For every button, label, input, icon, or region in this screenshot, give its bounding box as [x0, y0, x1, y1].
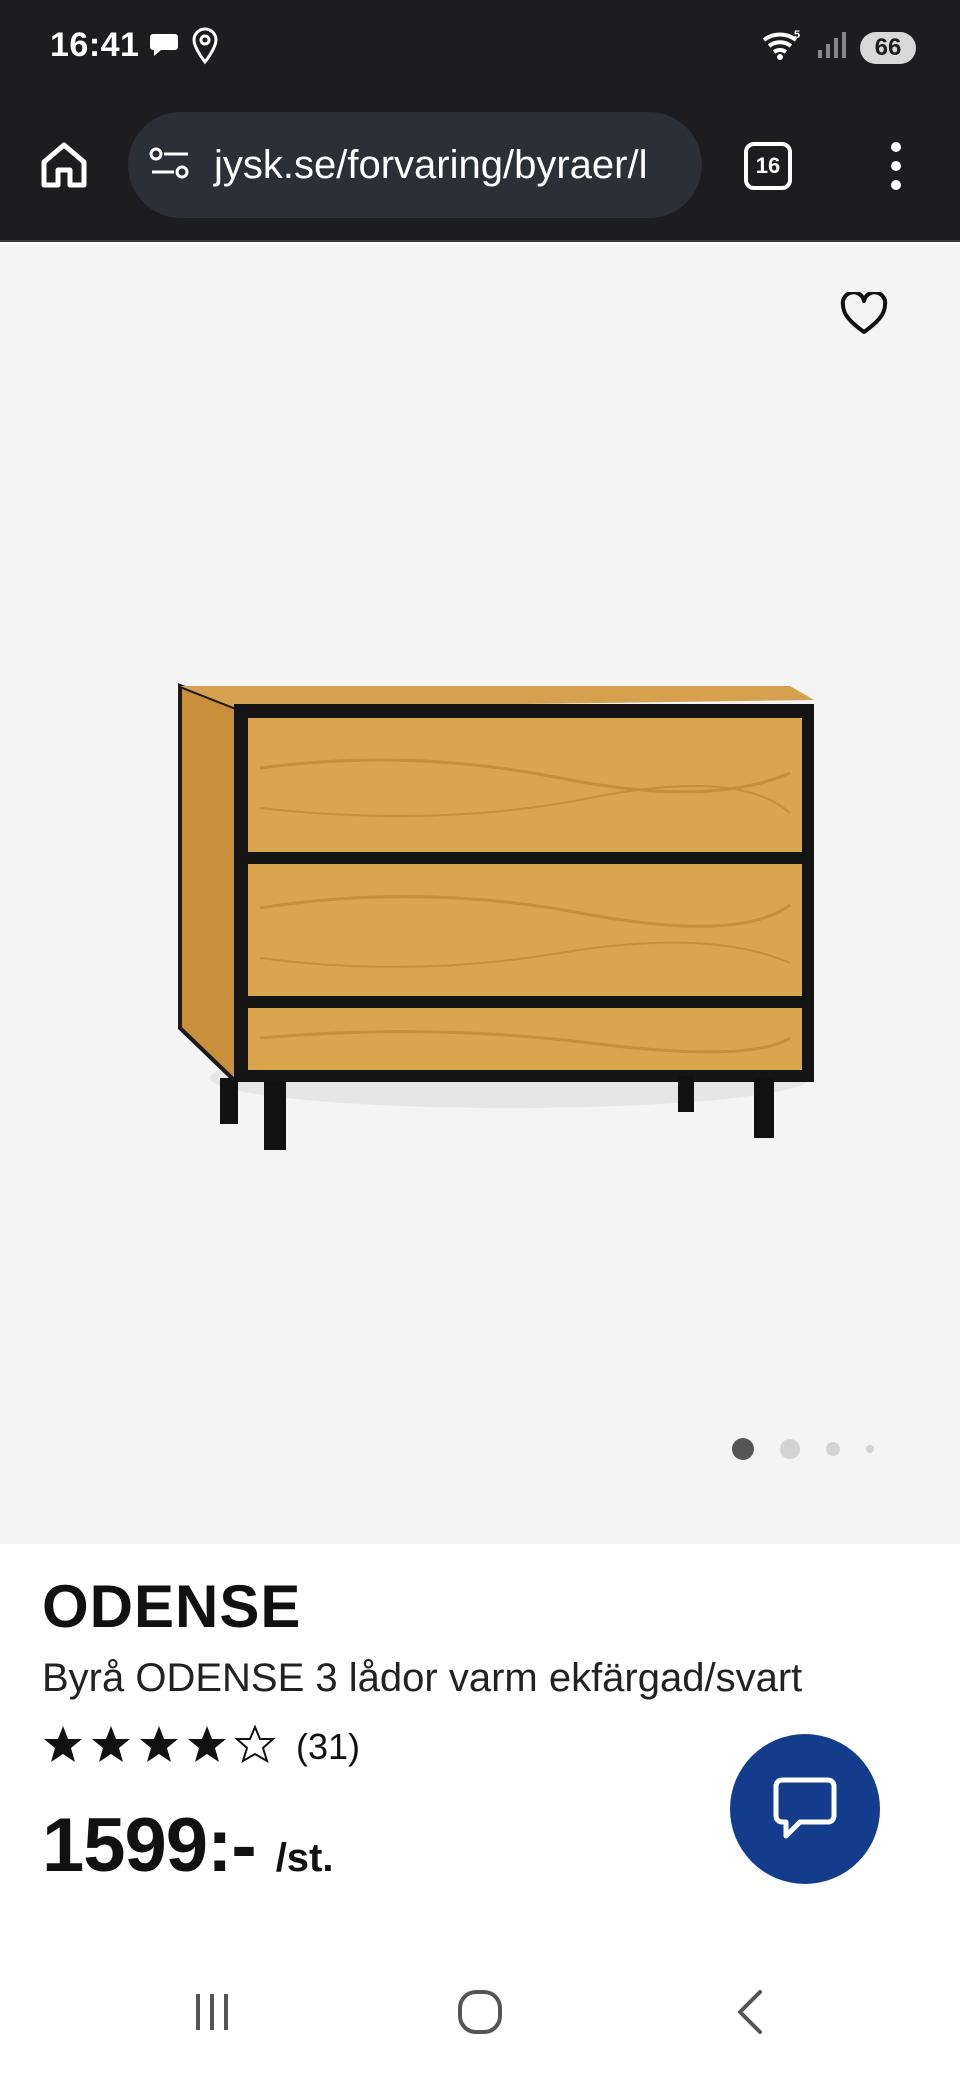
product-info: ODENSE Byrå ODENSE 3 lådor varm ekfärgad…	[0, 1544, 960, 1944]
rating[interactable]: (31)	[42, 1724, 360, 1769]
recent-apps-button[interactable]	[172, 1984, 252, 2044]
favorite-button[interactable]	[836, 288, 892, 344]
signal-icon	[816, 30, 848, 65]
star-empty-icon	[234, 1724, 276, 1769]
home-circle-icon	[456, 1988, 504, 2041]
system-nav-bar	[0, 1944, 960, 2080]
tabs-button[interactable]: 16	[744, 142, 792, 190]
recent-apps-icon	[190, 1990, 234, 2039]
pagination-dot[interactable]	[826, 1442, 840, 1456]
review-count[interactable]: (31)	[296, 1726, 360, 1768]
home-button[interactable]	[34, 134, 94, 200]
pagination-dot[interactable]	[866, 1445, 874, 1453]
chat-icon	[770, 1772, 840, 1847]
product-gallery[interactable]	[0, 244, 960, 1544]
home-icon	[39, 140, 89, 195]
tab-count: 16	[755, 153, 781, 178]
star-filled-icon	[138, 1724, 180, 1769]
status-left-icons	[150, 26, 220, 71]
price-block: 1599:- /st.	[42, 1802, 333, 1889]
product-price: 1599:-	[42, 1803, 257, 1888]
location-pin-icon	[190, 26, 220, 71]
url-text: jysk.se/forvaring/byraer/l	[214, 142, 648, 187]
product-brand: ODENSE	[42, 1573, 302, 1640]
chat-bubble-icon	[150, 32, 180, 65]
star-filled-icon	[90, 1724, 132, 1769]
price-unit: /st.	[275, 1836, 334, 1880]
pagination-dot[interactable]	[780, 1439, 800, 1459]
more-vert-icon[interactable]	[880, 136, 912, 196]
product-description: Byrå ODENSE 3 lådor varm ekfärgad/svart	[42, 1656, 803, 1700]
svg-text:5: 5	[794, 29, 800, 41]
chat-button[interactable]	[730, 1734, 880, 1884]
pagination-dot-active[interactable]	[732, 1438, 754, 1460]
address-bar[interactable]: jysk.se/forvaring/byraer/l	[128, 112, 702, 218]
site-settings-icon[interactable]	[148, 145, 192, 186]
heart-icon	[840, 289, 888, 341]
wifi-icon: 5	[760, 28, 804, 67]
star-filled-icon	[42, 1724, 84, 1769]
back-icon	[730, 1988, 770, 2041]
status-time: 16:41	[50, 26, 140, 64]
star-filled-icon	[186, 1724, 228, 1769]
gallery-pagination	[732, 1438, 874, 1460]
product-image	[178, 683, 814, 1150]
status-bar: 16:41 5 66	[0, 0, 960, 100]
back-button[interactable]	[710, 1984, 790, 2044]
browser-toolbar: jysk.se/forvaring/byraer/l 16	[0, 100, 960, 242]
battery-indicator: 66	[860, 31, 916, 64]
home-nav-button[interactable]	[440, 1984, 520, 2044]
status-right-icons: 5 66	[760, 28, 916, 67]
